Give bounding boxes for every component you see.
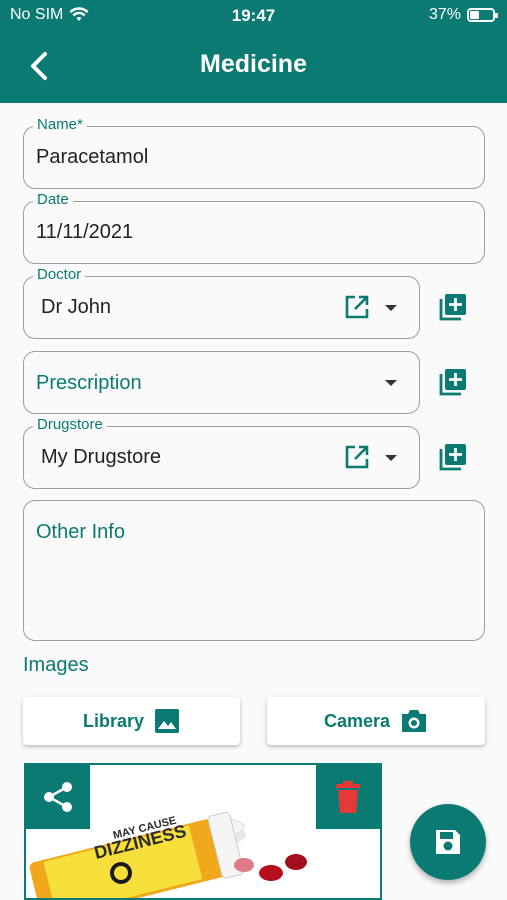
date-field[interactable]: Date 11/11/2021 [23, 191, 485, 264]
add-prescription-icon[interactable] [438, 367, 468, 397]
chevron-down-icon[interactable] [385, 455, 397, 461]
delete-image-button[interactable] [316, 765, 380, 829]
battery-icon [467, 8, 498, 22]
doctor-label: Doctor [33, 266, 86, 283]
image-thumbnail-card[interactable]: MAY CAUSE DIZZINESS [24, 763, 382, 900]
other-info-textarea[interactable]: Other Info [23, 500, 485, 641]
doctor-dropdown[interactable]: Doctor Dr John [23, 266, 420, 339]
library-button[interactable]: Library [23, 697, 240, 745]
trash-icon [336, 781, 360, 813]
drugstore-label: Drugstore [33, 416, 107, 433]
save-button[interactable] [410, 804, 486, 880]
drugstore-dropdown[interactable]: Drugstore My Drugstore [23, 416, 420, 489]
doctor-value: Dr John [41, 296, 112, 318]
date-label: Date [33, 191, 73, 208]
camera-button[interactable]: Camera [267, 697, 485, 745]
images-section-title: Images [23, 654, 89, 676]
prescription-placeholder: Prescription [36, 372, 142, 394]
app-bar: No SIM 19:47 37% Medicine [0, 0, 507, 103]
status-bar: No SIM 19:47 37% [0, 6, 507, 26]
camera-button-label: Camera [323, 710, 391, 731]
drugstore-value: My Drugstore [41, 446, 162, 468]
name-field[interactable]: Name* Paracetamol [23, 116, 485, 189]
name-value[interactable]: Paracetamol [36, 146, 148, 169]
prescription-dropdown[interactable]: Prescription [23, 351, 420, 414]
share-icon [44, 782, 72, 812]
add-drugstore-icon[interactable] [438, 442, 468, 472]
open-external-icon[interactable] [344, 444, 370, 470]
share-image-button[interactable] [26, 765, 90, 829]
chevron-down-icon[interactable] [385, 380, 397, 386]
save-icon [436, 830, 460, 854]
chevron-down-icon[interactable] [385, 305, 397, 311]
camera-icon [402, 710, 427, 732]
other-info-placeholder: Other Info [36, 521, 125, 543]
add-doctor-icon[interactable] [438, 292, 468, 322]
library-button-label: Library [82, 710, 145, 731]
date-value[interactable]: 11/11/2021 [36, 221, 133, 244]
battery-percent: 37% [428, 6, 461, 23]
name-label: Name* [33, 116, 87, 133]
open-external-icon[interactable] [344, 294, 370, 320]
page-title: Medicine [200, 50, 307, 78]
image-icon [155, 709, 180, 733]
